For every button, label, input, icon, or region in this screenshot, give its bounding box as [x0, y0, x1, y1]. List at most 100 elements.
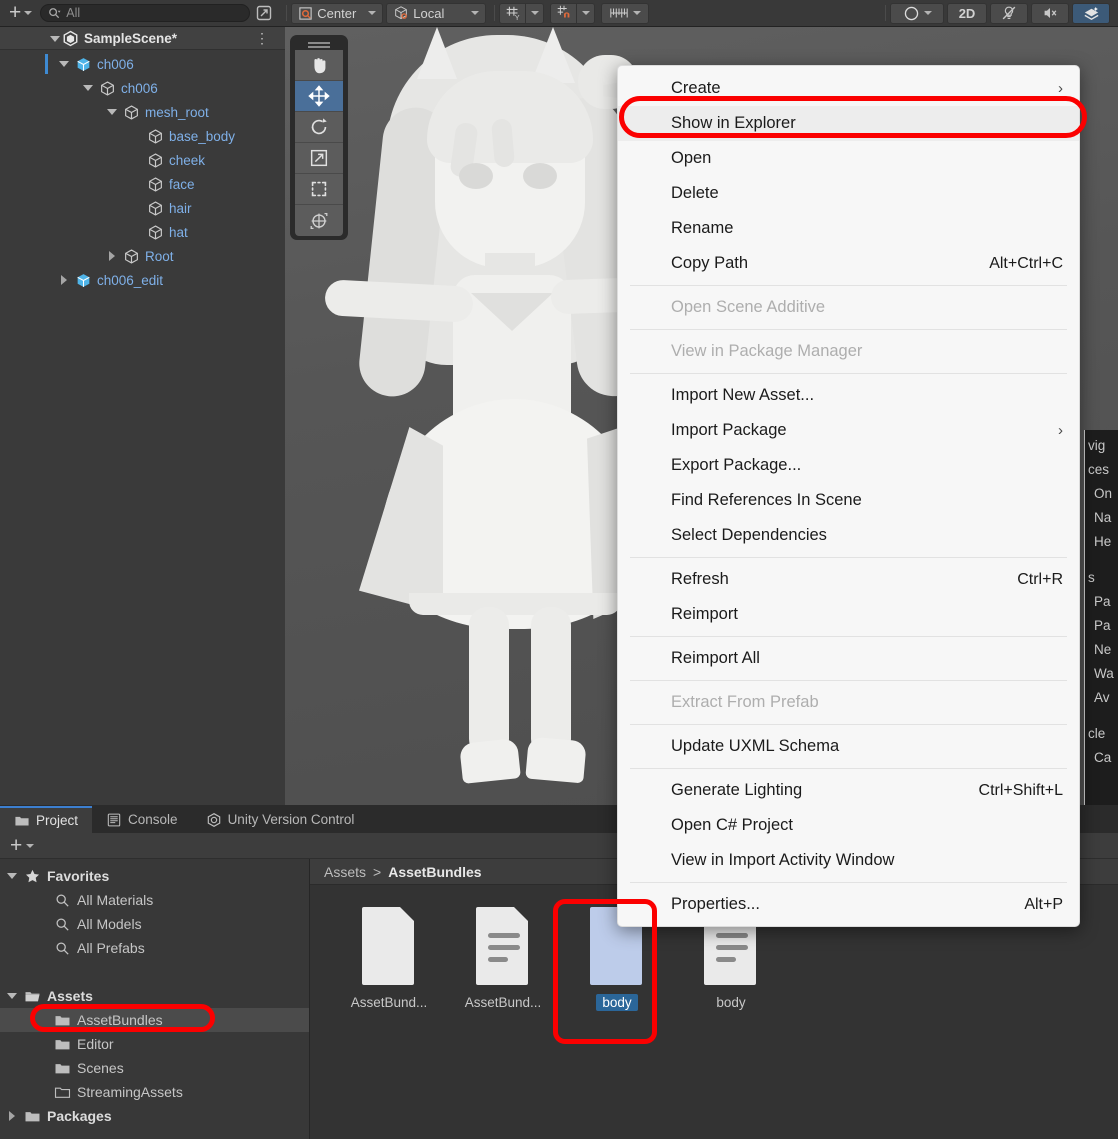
hand-tool-button[interactable]	[295, 50, 343, 81]
menu-item-label: Import Package	[671, 421, 787, 439]
menu-separator	[630, 680, 1067, 681]
hierarchy-item-face[interactable]: face	[0, 172, 285, 196]
chevron-down-icon[interactable]	[50, 36, 60, 42]
chevron-right-icon[interactable]	[9, 1111, 15, 1121]
drag-handle[interactable]	[308, 42, 330, 44]
project-tree-item-editor[interactable]: Editor	[0, 1032, 309, 1056]
project-tree-item-all-models[interactable]: All Models	[0, 912, 309, 936]
move-tool-button[interactable]	[295, 81, 343, 112]
tab-unity-version-control[interactable]: Unity Version Control	[192, 806, 369, 833]
folder-icon	[15, 816, 29, 826]
chevron-right-icon[interactable]	[61, 275, 67, 285]
menu-item-copy-path[interactable]: Copy Path Alt+Ctrl+C	[618, 246, 1079, 281]
asset-label: AssetBund...	[464, 995, 542, 1010]
handle-space-button[interactable]: Local	[386, 2, 487, 24]
asset-item[interactable]: AssetBund...	[446, 903, 560, 1011]
hierarchy-item-hat[interactable]: hat	[0, 220, 285, 244]
hierarchy-item-cheek[interactable]: cheek	[0, 148, 285, 172]
hierarchy-item-ch006-edit[interactable]: ch006_edit	[0, 268, 285, 292]
chevron-down-icon[interactable]	[59, 61, 69, 67]
hierarchy-search-input[interactable]: All	[40, 4, 251, 22]
hierarchy-item-root[interactable]: Root	[0, 244, 285, 268]
hierarchy-tree: ch006 ch006 mesh_root base_body cheek face hai…	[0, 50, 285, 292]
version-control-icon	[207, 812, 220, 827]
gameobject-icon	[149, 176, 162, 192]
menu-item-delete[interactable]: Delete	[618, 176, 1079, 211]
hierarchy-item-base-body[interactable]: base_body	[0, 124, 285, 148]
menu-item-refresh[interactable]: Refresh Ctrl+R	[618, 562, 1079, 597]
menu-item-create[interactable]: Create ›	[618, 71, 1079, 106]
menu-item-import-new-asset[interactable]: Import New Asset...	[618, 378, 1079, 413]
menu-item-label: Open C# Project	[671, 816, 793, 834]
menu-item-export-package[interactable]: Export Package...	[618, 448, 1079, 483]
scene-header-row[interactable]: SampleScene* ⋮	[0, 27, 285, 50]
ruler-button[interactable]	[601, 2, 650, 24]
hierarchy-item-mesh-root[interactable]: mesh_root	[0, 100, 285, 124]
chevron-down-icon[interactable]	[7, 873, 17, 879]
hierarchy-item-ch006[interactable]: ch006	[0, 52, 285, 76]
project-tree-label: Scenes	[77, 1060, 124, 1076]
search-icon	[56, 941, 69, 955]
project-tree-item-packages[interactable]: Packages	[0, 1104, 309, 1128]
project-tree-item-favorites[interactable]: Favorites	[0, 864, 309, 888]
breadcrumb-root[interactable]: Assets	[324, 864, 366, 880]
menu-item-view-in-package-manager: View in Package Manager	[618, 334, 1079, 369]
project-tree-item-all-materials[interactable]: All Materials	[0, 888, 309, 912]
scale-tool-button[interactable]	[295, 143, 343, 174]
menu-item-rename[interactable]: Rename	[618, 211, 1079, 246]
hierarchy-item-ch006[interactable]: ch006	[0, 76, 285, 100]
chevron-down-icon[interactable]	[7, 993, 17, 999]
menu-item-import-package[interactable]: Import Package ›	[618, 413, 1079, 448]
project-tree-item-streamingassets[interactable]: StreamingAssets	[0, 1080, 309, 1104]
shading-mode-button[interactable]	[890, 2, 944, 24]
project-tree-item-assetbundles[interactable]: AssetBundles	[0, 1008, 309, 1032]
tab-project[interactable]: Project	[0, 806, 93, 833]
chevron-right-icon[interactable]	[109, 251, 115, 261]
hierarchy-item-hair[interactable]: hair	[0, 196, 285, 220]
menu-item-shortcut: Ctrl+Shift+L	[978, 781, 1063, 799]
chevron-down-icon[interactable]	[83, 85, 93, 91]
toggle-2d-button[interactable]: 2D	[947, 2, 987, 24]
project-add-button[interactable]: +	[10, 835, 22, 856]
clipped-row: Pa	[1094, 594, 1111, 609]
add-dropdown-button[interactable]: +	[0, 2, 40, 23]
project-tree-item-scenes[interactable]: Scenes	[0, 1056, 309, 1080]
chevron-down-icon	[471, 11, 480, 15]
project-tree-item-all-prefabs[interactable]: All Prefabs	[0, 936, 309, 960]
snap-dropdown[interactable]	[576, 2, 596, 24]
asset-item[interactable]: AssetBund...	[332, 903, 446, 1011]
menu-item-show-in-explorer[interactable]: Show in Explorer	[618, 106, 1079, 141]
snap-button[interactable]	[550, 2, 577, 24]
tab-label: Project	[36, 813, 79, 828]
menu-item-open[interactable]: Open	[618, 141, 1079, 176]
grid-axis-button[interactable]: Y	[499, 2, 526, 24]
chevron-down-icon[interactable]	[26, 843, 35, 848]
project-tree-item-assets[interactable]: Assets	[0, 984, 309, 1008]
hand-icon	[314, 58, 326, 74]
menu-item-update-uxml-schema[interactable]: Update UXML Schema	[618, 729, 1079, 764]
search-expand-button[interactable]	[254, 3, 274, 23]
tab-console[interactable]: Console	[92, 806, 192, 833]
rect-tool-button[interactable]	[295, 174, 343, 205]
grid-axis-dropdown[interactable]	[525, 2, 545, 24]
menu-item-label: Generate Lighting	[671, 781, 803, 799]
scene-lighting-toggle[interactable]	[990, 2, 1028, 24]
menu-item-view-in-import-activity-window[interactable]: View in Import Activity Window	[618, 843, 1079, 878]
transform-tool-button[interactable]	[295, 205, 343, 236]
rotate-tool-button[interactable]	[295, 112, 343, 143]
menu-item-open-c-project[interactable]: Open C# Project	[618, 808, 1079, 843]
menu-item-generate-lighting[interactable]: Generate Lighting Ctrl+Shift+L	[618, 773, 1079, 808]
hierarchy-context-menu-button[interactable]: ⋮	[255, 31, 269, 45]
chevron-down-icon[interactable]	[107, 109, 117, 115]
menu-item-properties[interactable]: Properties... Alt+P	[618, 887, 1079, 922]
scene-effects-toggle[interactable]	[1072, 2, 1110, 24]
menu-item-reimport[interactable]: Reimport	[618, 597, 1079, 632]
scene-audio-toggle[interactable]	[1031, 2, 1069, 24]
menu-item-reimport-all[interactable]: Reimport All	[618, 641, 1079, 676]
menu-item-find-references-in-scene[interactable]: Find References In Scene	[618, 483, 1079, 518]
menu-item-label: Open	[671, 149, 712, 167]
menu-item-select-dependencies[interactable]: Select Dependencies	[618, 518, 1079, 553]
menu-item-label: Open Scene Additive	[671, 298, 826, 316]
inspector-panel-clipped[interactable]: vig ces On Na He s Pa Pa Ne Wa Av cle Ca	[1084, 430, 1118, 822]
pivot-mode-button[interactable]: Center	[291, 2, 384, 24]
